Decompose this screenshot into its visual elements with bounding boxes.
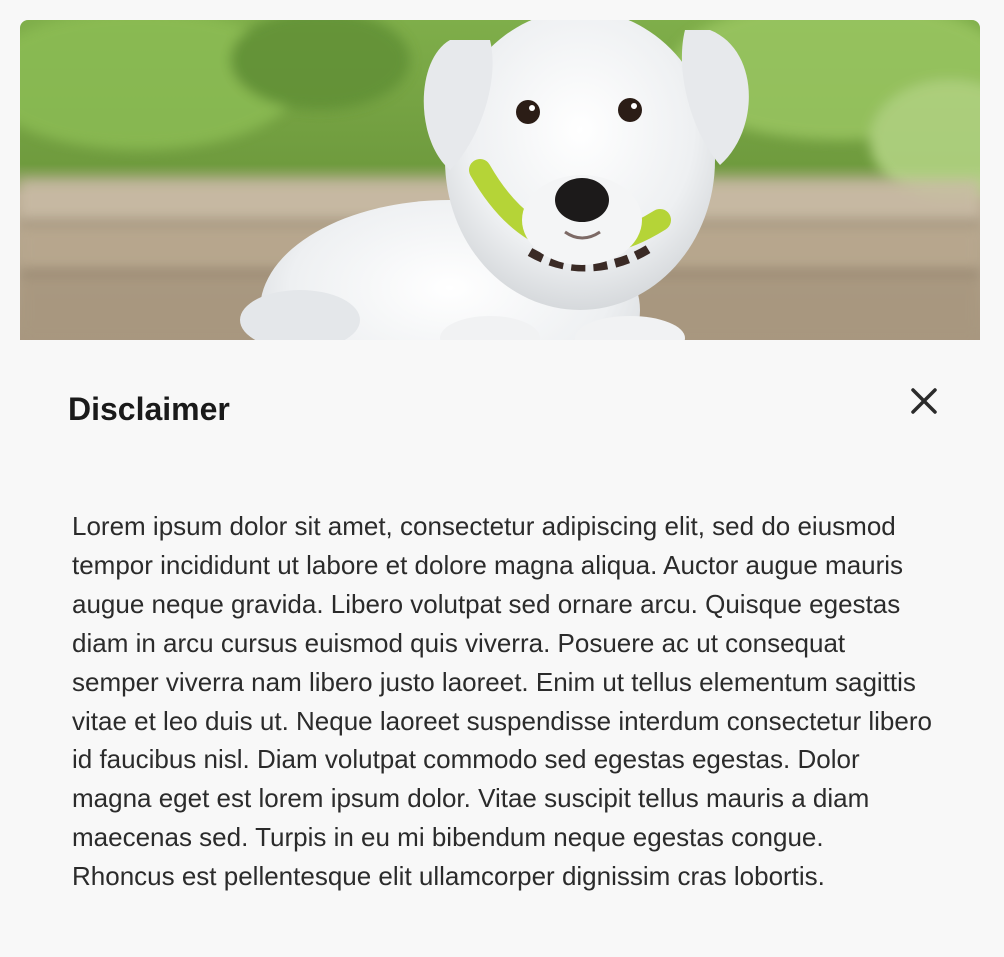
- dialog-body-text: Lorem ipsum dolor sit amet, consectetur …: [72, 511, 932, 892]
- close-icon: [911, 387, 937, 414]
- close-button[interactable]: [900, 374, 948, 418]
- dialog: Disclaimer Lorem ipsum dolor sit amet, c…: [0, 0, 1004, 957]
- hero-image: [20, 20, 980, 340]
- dialog-title: Disclaimer: [68, 391, 230, 427]
